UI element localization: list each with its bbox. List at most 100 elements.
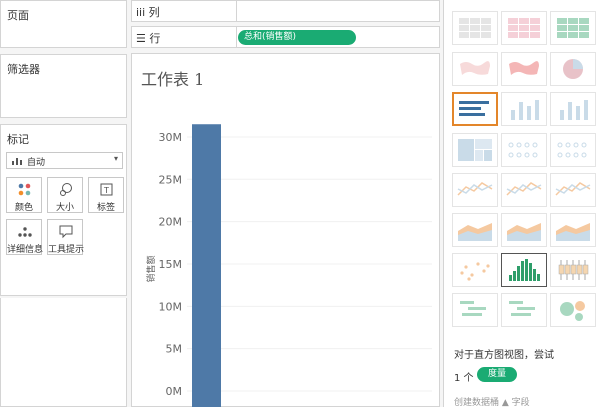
svg-text:T: T: [103, 186, 109, 195]
dual-line-icon: [555, 182, 591, 196]
columns-shelf[interactable]: iii 列: [131, 0, 440, 22]
symbol-map-icon: [460, 61, 490, 75]
bullet-graph-icon: [509, 301, 535, 316]
measure-pill: 度量: [477, 367, 517, 382]
dual-combination-icon: [556, 223, 590, 241]
filled-map-icon: [509, 61, 539, 75]
filters-card[interactable]: 筛选器: [0, 54, 127, 118]
y-tick-label: 0M: [166, 385, 183, 398]
color-dots-icon: [18, 183, 31, 196]
bar-chart-icon: [12, 158, 22, 165]
shelf-divider: [236, 27, 237, 47]
columns-shelf-label: iii 列: [136, 6, 160, 19]
marks-card: 标记 自动 ▾ 颜色 大小 T 标签 详细信息 工具提示: [0, 124, 127, 296]
text-label-icon: T: [100, 183, 113, 196]
show-me-histogram[interactable]: [501, 253, 547, 287]
show-me-pie-chart[interactable]: [550, 52, 596, 86]
mark-type-dropdown[interactable]: 自动 ▾: [6, 152, 123, 169]
size-button[interactable]: 大小: [47, 177, 83, 213]
show-me-panel: 对于直方图视图，尝试 1 个 度量 创建数据桶 ▲ 字段: [443, 0, 608, 407]
show-me-horizontal-bar[interactable]: [452, 92, 498, 126]
show-me-area-discrete[interactable]: [501, 213, 547, 247]
show-me-gantt-chart[interactable]: [452, 293, 498, 327]
tooltip-button[interactable]: 工具提示: [47, 219, 85, 255]
detail-label: 详细信息: [7, 245, 44, 255]
show-me-treemap[interactable]: [452, 133, 498, 167]
show-me-side-by-side-bar[interactable]: [550, 92, 596, 126]
y-tick-label: 25M: [159, 173, 183, 186]
show-me-line-continuous[interactable]: [452, 173, 498, 207]
area-continuous-icon: [458, 223, 492, 241]
y-axis-label: 销售额: [145, 255, 157, 282]
show-me-area-continuous[interactable]: [452, 213, 498, 247]
histogram-icon: [509, 259, 540, 281]
bar[interactable]: [192, 124, 221, 407]
rows-shelf-label: ☰ 行: [136, 32, 161, 45]
color-button[interactable]: 颜色: [6, 177, 42, 213]
area-discrete-icon: [507, 223, 541, 241]
sum-sales-pill[interactable]: 总和(销售额): [238, 30, 356, 45]
circle-view-icon: [508, 142, 538, 158]
histogram-hint-text: 对于直方图视图，尝试: [454, 350, 554, 361]
worksheet-view: 工作表 1 0M 5M 10M 15M 20M 25M 30M 销售额: [131, 53, 440, 407]
side-by-side-circle-icon: [557, 142, 587, 158]
gantt-chart-icon: [460, 301, 486, 316]
line-discrete-icon: [506, 182, 542, 196]
shelf-divider: [236, 1, 237, 21]
highlight-table-icon: [557, 18, 589, 38]
show-me-highlight-table[interactable]: [550, 11, 596, 45]
show-me-packed-bubbles[interactable]: [550, 293, 596, 327]
tooltip-bubble-icon: [59, 225, 73, 239]
y-tick-label: 5M: [166, 343, 183, 356]
label-label: 标签: [96, 203, 115, 213]
pie-chart-icon: [563, 59, 583, 79]
show-me-dual-combination[interactable]: [550, 213, 596, 247]
filters-title: 筛选器: [7, 63, 40, 76]
detail-button[interactable]: 详细信息: [6, 219, 44, 255]
stacked-bar-icon: [511, 100, 539, 120]
show-me-circle-view[interactable]: [501, 133, 547, 167]
pages-card[interactable]: 页面: [0, 0, 127, 48]
marks-title: 标记: [7, 133, 29, 146]
heat-map-icon: [508, 18, 540, 38]
chevron-down-icon: ▾: [113, 154, 118, 163]
show-me-line-discrete[interactable]: [501, 173, 547, 207]
show-me-heat-map[interactable]: [501, 11, 547, 45]
show-me-filled-map[interactable]: [501, 52, 547, 86]
show-me-bullet-graph[interactable]: [501, 293, 547, 327]
show-me-stacked-bar[interactable]: [501, 92, 547, 126]
color-label: 颜色: [14, 203, 33, 213]
bin-field-hint: 创建数据桶 ▲ 字段: [454, 398, 530, 407]
tableau-workspace: 页面 筛选器 标记 自动 ▾ 颜色 大小 T 标签 详细信息 工具提示 iii …: [0, 0, 608, 407]
left-panel: 页面 筛选器 标记 自动 ▾ 颜色 大小 T 标签 详细信息 工具提示: [0, 0, 128, 407]
box-plot-icon: [558, 260, 589, 280]
size-circles-icon: [60, 183, 72, 196]
rows-shelf[interactable]: ☰ 行 总和(销售额): [131, 26, 440, 48]
packed-bubbles-icon: [560, 301, 585, 321]
marks-fields-area[interactable]: [0, 298, 127, 407]
horizontal-bar-icon: [459, 101, 489, 116]
treemap-icon: [458, 139, 492, 161]
show-me-symbol-map[interactable]: [452, 52, 498, 86]
y-tick-label: 10M: [159, 300, 183, 313]
detail-dots-icon: [18, 227, 32, 237]
size-label: 大小: [55, 203, 74, 213]
y-tick-label: 30M: [159, 131, 183, 144]
label-button[interactable]: T 标签: [88, 177, 124, 213]
show-me-side-by-side-circle[interactable]: [550, 133, 596, 167]
line-continuous-icon: [457, 182, 493, 196]
show-me-box-plot[interactable]: [550, 253, 596, 287]
hint-count: 1 个: [454, 373, 474, 384]
scatter-plot-icon: [460, 262, 490, 281]
pages-title: 页面: [7, 9, 29, 22]
show-me-scatter-plot[interactable]: [452, 253, 498, 287]
y-tick-label: 15M: [159, 258, 183, 271]
text-table-icon: [459, 18, 491, 38]
show-me-text-table[interactable]: [452, 11, 498, 45]
y-tick-label: 20M: [159, 216, 183, 229]
side-by-side-bar-icon: [560, 100, 588, 120]
bar-chart: 0M 5M 10M 15M 20M 25M 30M 销售额: [145, 124, 432, 407]
tooltip-label: 工具提示: [48, 245, 85, 255]
mark-type-label: 自动: [27, 158, 46, 168]
show-me-dual-line[interactable]: [550, 173, 596, 207]
